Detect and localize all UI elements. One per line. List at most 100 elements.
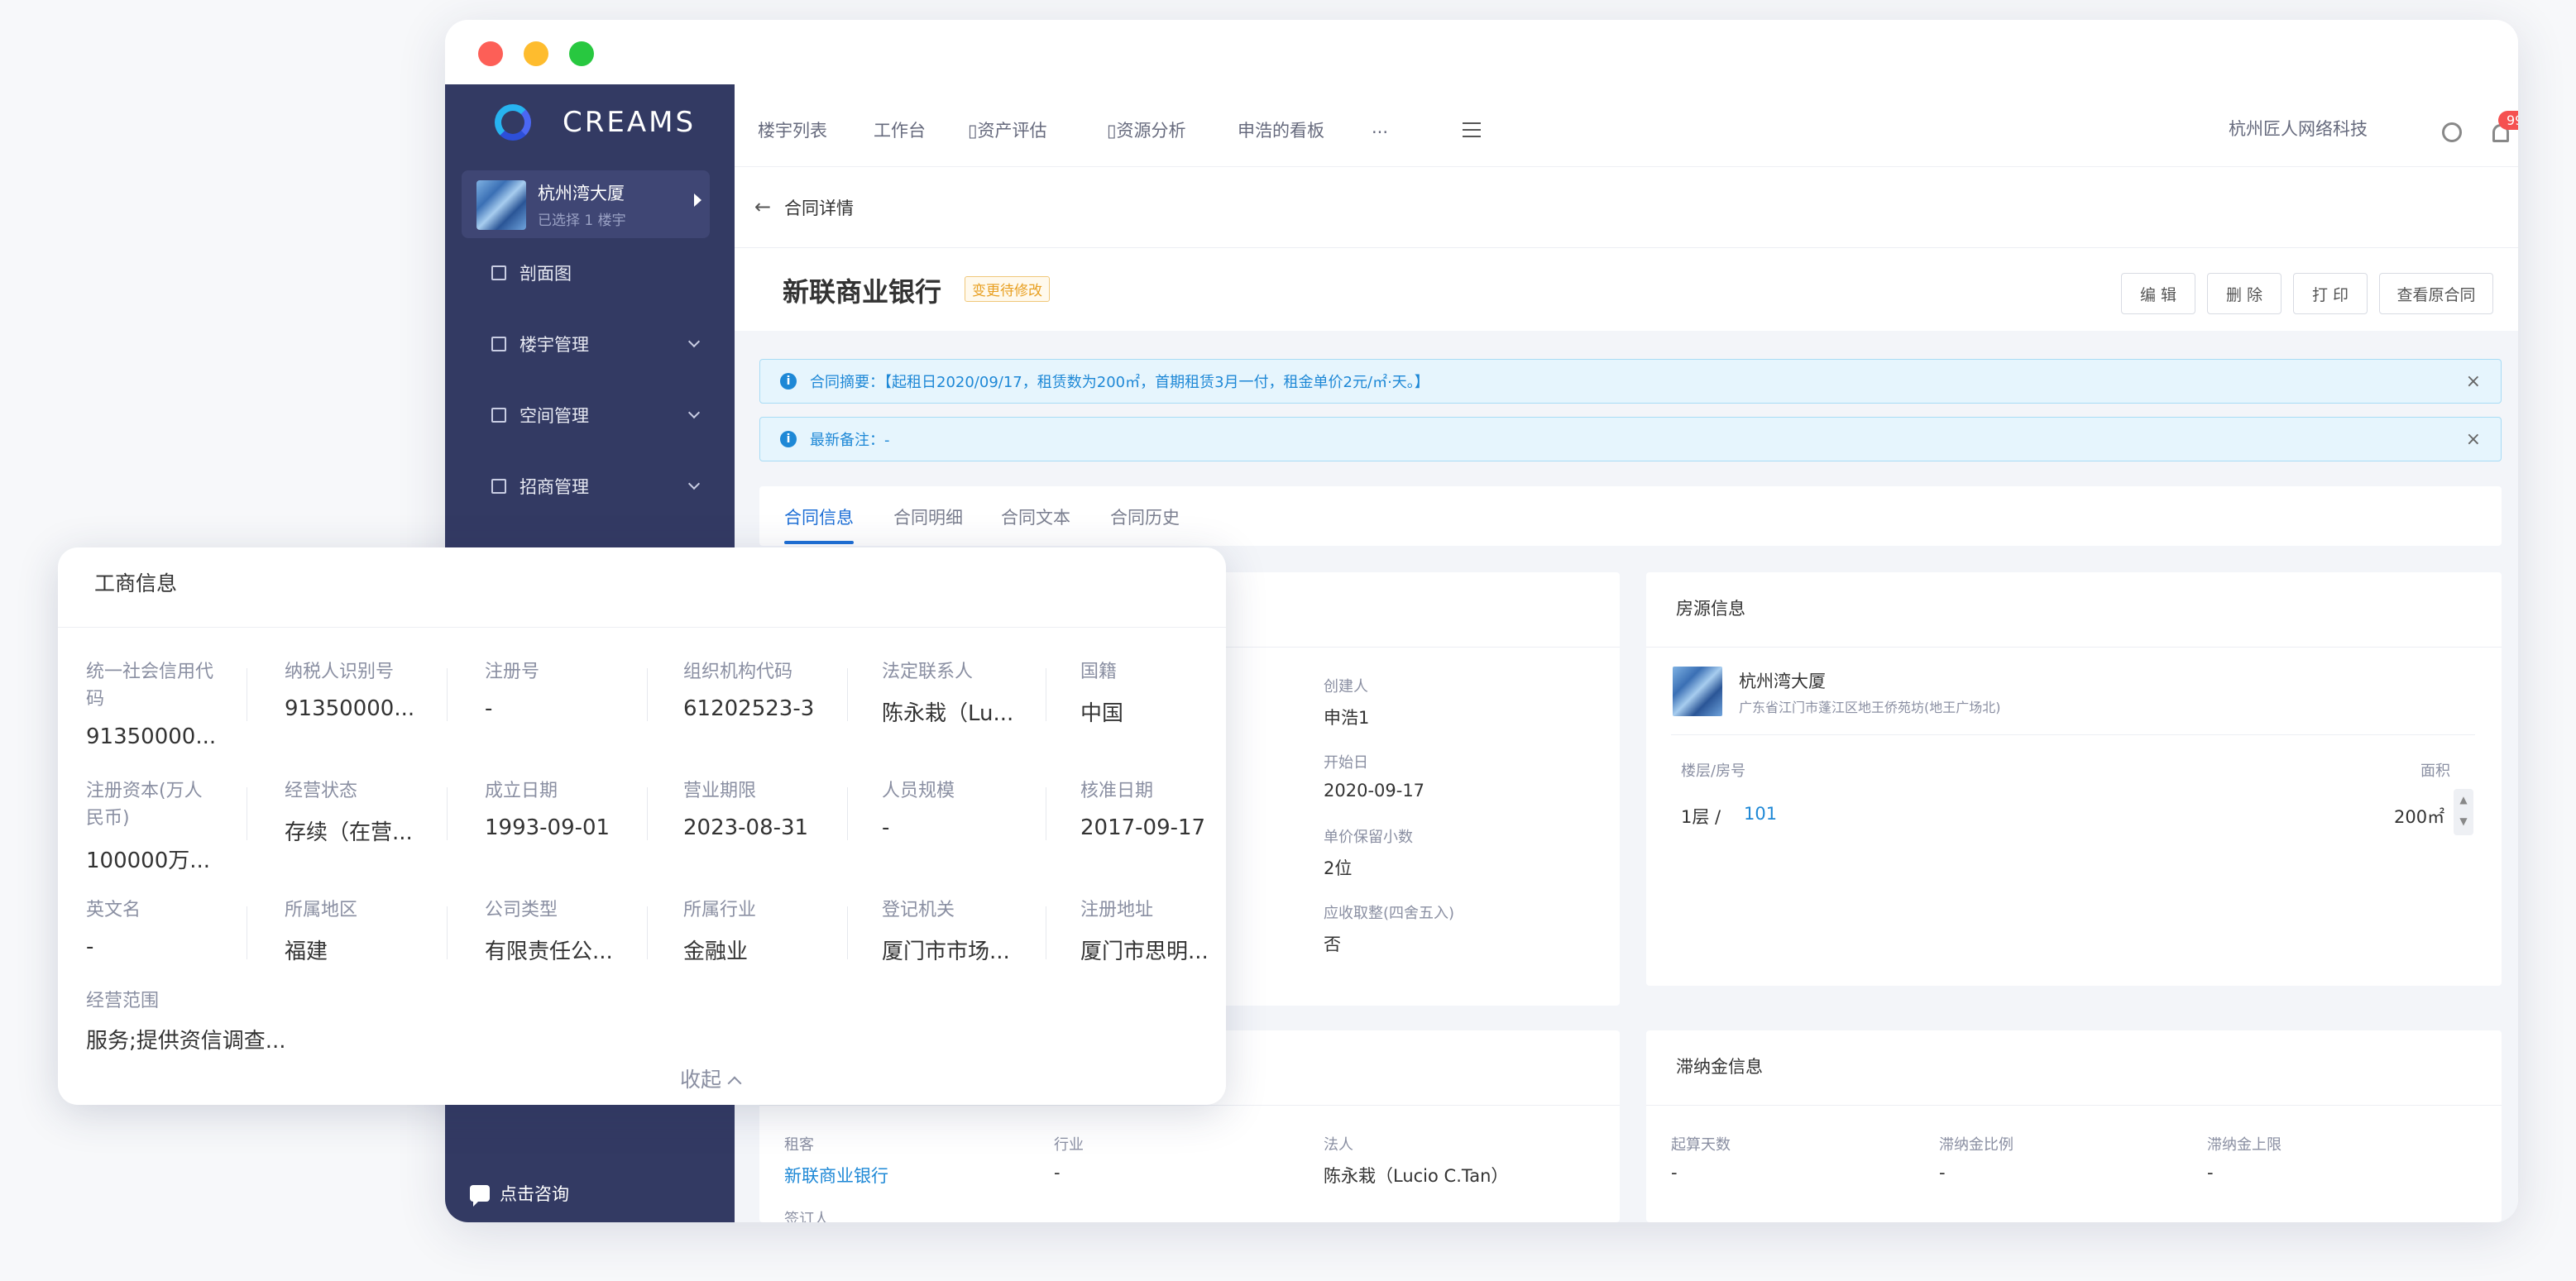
field-label: 注册资本(万人民币): [86, 781, 203, 829]
gear-icon[interactable]: [2442, 122, 2462, 142]
chevron-down-icon: [687, 335, 701, 348]
tab-bar: 合同信息 合同明细 合同文本 合同历史: [759, 486, 2502, 546]
field-label: 滞纳金比例: [1939, 1136, 2013, 1154]
field-label: 注册号: [485, 662, 540, 682]
field-value: 厦门市市场...: [882, 939, 1010, 964]
field-label: 英文名: [86, 900, 141, 920]
close-window-button[interactable]: [478, 41, 503, 66]
field-label: 公司类型: [485, 900, 558, 920]
edit-button[interactable]: 编 辑: [2121, 273, 2195, 314]
topnav-workbench[interactable]: 工作台: [874, 117, 926, 142]
field-label: 人员规模: [882, 781, 955, 801]
field-value: 61202523-3: [683, 696, 815, 721]
field-value: 陈永栽（Lu...: [882, 701, 1014, 726]
tenant-link[interactable]: 新联商业银行: [784, 1163, 888, 1188]
building-name: 杭州湾大厦: [1739, 672, 1826, 691]
quantity-stepper[interactable]: ▲ ▼: [2454, 789, 2473, 835]
field-value: -: [882, 815, 890, 840]
field-label: 核准日期: [1080, 781, 1154, 801]
topnav-resource-analysis[interactable]: ▯资源分析: [1107, 117, 1186, 142]
divider: [447, 906, 448, 959]
field-label: 组织机构代码: [683, 662, 793, 682]
sidebar-item-space-management[interactable]: 空间管理: [491, 399, 701, 432]
sidebar-item-investment-management[interactable]: 招商管理: [491, 470, 701, 503]
consult-button[interactable]: 点击咨询: [470, 1181, 569, 1207]
sidebar-item-label: 楼宇管理: [520, 335, 589, 355]
project-subtitle: 已选择 1 楼宇: [538, 213, 626, 229]
topnav-asset-evaluation[interactable]: ▯资产评估: [968, 117, 1047, 142]
field-label: 成立日期: [485, 781, 558, 801]
chevron-up-icon: [727, 1076, 742, 1091]
field-label: 滞纳金上限: [2207, 1136, 2282, 1154]
info-icon: i: [780, 373, 797, 390]
field-value: -: [1939, 1163, 1946, 1183]
topnav-dashboard[interactable]: 申浩的看板: [1238, 117, 1324, 142]
building-thumbnail: [1673, 667, 1722, 716]
sidebar-item-label: 空间管理: [520, 406, 589, 426]
field-value: 金融业: [683, 939, 749, 964]
field-label: 单价保留小数: [1324, 829, 1413, 846]
settings-sliders-icon[interactable]: [1463, 122, 1481, 139]
field-value: 陈永栽（Lucio C.Tan）: [1324, 1166, 1509, 1186]
alert-text: 最新备注：-: [810, 432, 890, 449]
field-label: 行业: [1054, 1136, 1084, 1154]
company-name[interactable]: 杭州匠人网络科技: [2229, 116, 2368, 141]
chevron-down-icon: [687, 406, 701, 419]
back-arrow-icon[interactable]: ←: [754, 195, 771, 218]
floor-label: 1层 /: [1681, 807, 1721, 827]
alert-text: 合同摘要：【起租日2020/09/17，租赁数为200㎡，首期租赁3月一付，租金…: [810, 374, 1429, 391]
title-bar: [445, 20, 2518, 84]
business-info-card: 工商信息 统一社会信用代码 91350000... 纳税人识别号 9135000…: [58, 547, 1226, 1105]
project-name: 杭州湾大厦: [538, 184, 625, 203]
field-value: 厦门市思明...: [1080, 939, 1209, 964]
field-value: 91350000...: [285, 696, 415, 721]
minimize-window-button[interactable]: [524, 41, 548, 66]
sidebar-item-section-view[interactable]: 剖面图: [491, 256, 698, 289]
project-selector[interactable]: 杭州湾大厦 已选择 1 楼宇: [462, 170, 710, 238]
field-value: 服务;提供资信调查...: [86, 1029, 286, 1054]
close-icon[interactable]: ×: [2466, 429, 2481, 450]
divider: [847, 906, 848, 959]
field-value: -: [485, 696, 493, 721]
stepper-down-icon[interactable]: ▼: [2454, 810, 2473, 832]
tab-contract-text[interactable]: 合同文本: [1001, 504, 1070, 529]
divider: [1646, 1105, 2502, 1106]
print-button[interactable]: 打 印: [2293, 273, 2368, 314]
chat-icon: [470, 1185, 490, 1207]
collapse-button[interactable]: 收起: [680, 1064, 742, 1093]
room-link[interactable]: 101: [1744, 804, 1777, 824]
field-label: 开始日: [1324, 754, 1368, 772]
field-label: 创建人: [1324, 678, 1368, 695]
topnav-building-list[interactable]: 楼宇列表: [758, 117, 827, 142]
field-value: 2位: [1324, 858, 1353, 878]
building-thumbnail: [476, 180, 526, 230]
building-icon: [491, 337, 506, 351]
field-value: -: [2207, 1163, 2214, 1183]
tab-contract-details[interactable]: 合同明细: [893, 504, 963, 529]
brand-logo[interactable]: CREAMS: [495, 98, 696, 147]
close-icon[interactable]: ×: [2466, 371, 2481, 392]
field-value: -: [1671, 1163, 1678, 1183]
breadcrumb-current: 合同详情: [784, 198, 854, 218]
field-label: 法定联系人: [882, 662, 974, 682]
field-label: 登记机关: [882, 900, 955, 920]
column-header-area: 面积: [2420, 762, 2450, 780]
field-value: 福建: [285, 939, 328, 964]
divider: [58, 627, 1226, 628]
delete-button[interactable]: 删 除: [2207, 273, 2282, 314]
divider: [1671, 734, 2475, 735]
maximize-window-button[interactable]: [569, 41, 594, 66]
brand-name: CREAMS: [563, 106, 697, 139]
divider: [647, 787, 648, 840]
divider: [447, 668, 448, 721]
consult-label: 点击咨询: [500, 1184, 569, 1204]
field-value: 2020-09-17: [1324, 781, 1425, 801]
field-label: 所属行业: [683, 900, 757, 920]
late-fee-card: 滞纳金信息 起算天数 - 滞纳金比例 - 滞纳金上限 -: [1646, 1030, 2502, 1222]
stepper-up-icon[interactable]: ▲: [2454, 789, 2473, 810]
topnav-more[interactable]: ...: [1372, 117, 1388, 137]
view-original-contract-button[interactable]: 查看原合同: [2379, 273, 2493, 314]
tab-contract-info[interactable]: 合同信息: [784, 504, 854, 529]
tab-contract-history[interactable]: 合同历史: [1110, 504, 1180, 529]
sidebar-item-building-management[interactable]: 楼宇管理: [491, 327, 701, 361]
